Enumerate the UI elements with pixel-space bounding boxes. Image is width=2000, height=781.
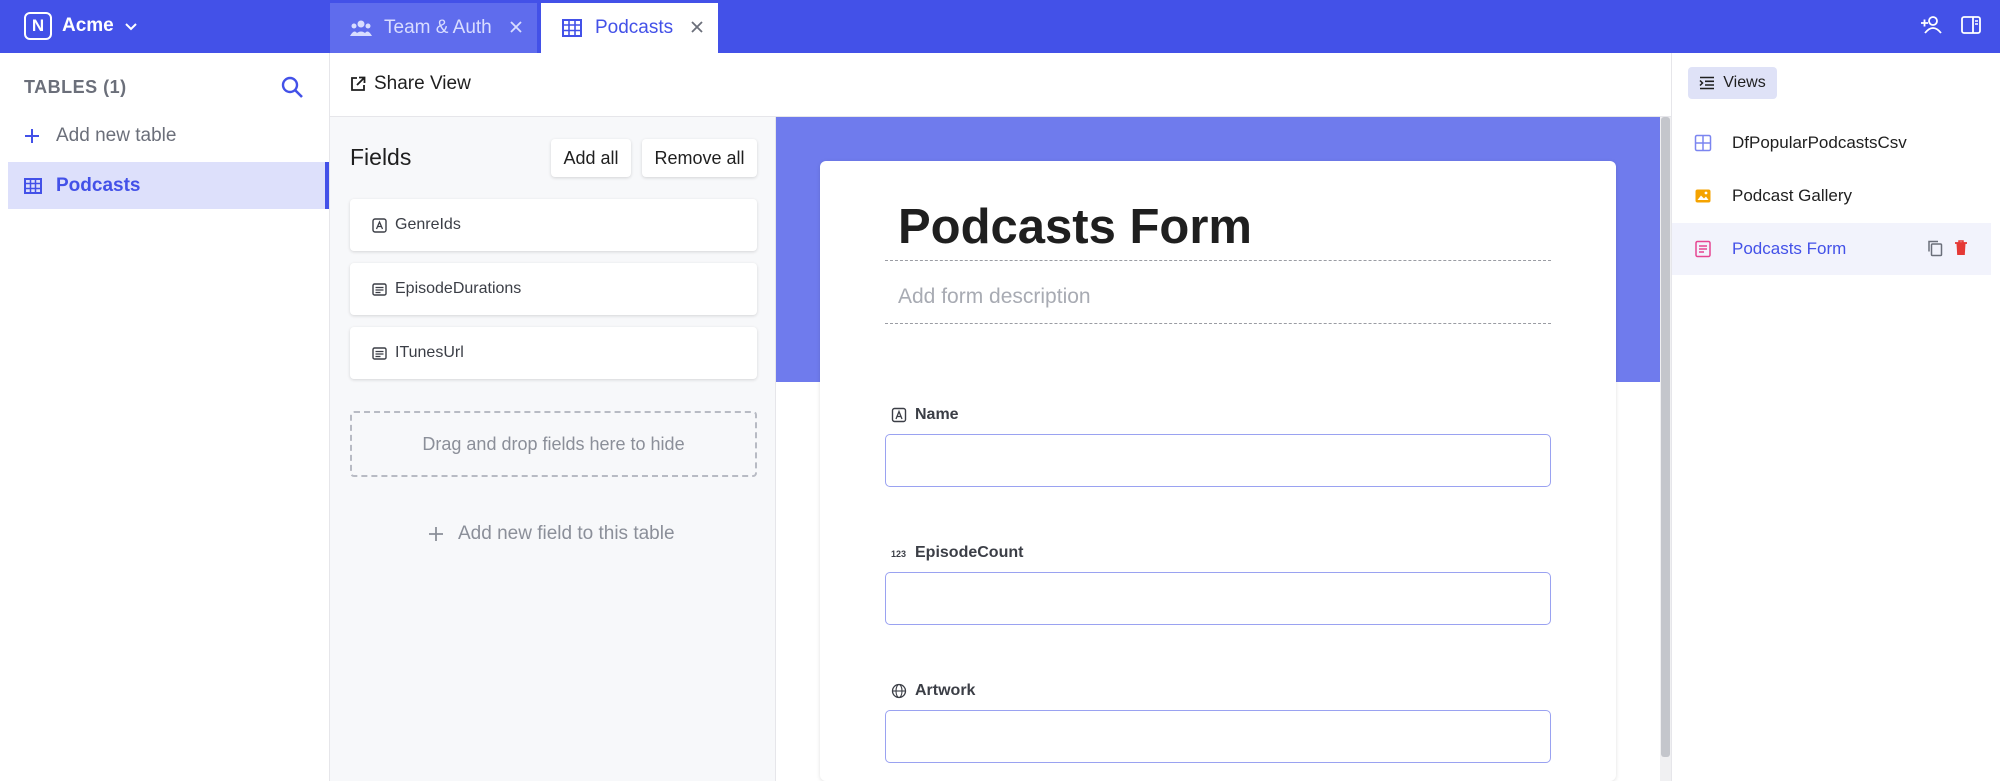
form-title[interactable]: Podcasts Form: [885, 199, 1551, 261]
view-toolbar: Share View: [330, 53, 1671, 117]
top-bar: N Acme Team & Auth Podcasts: [0, 0, 2000, 53]
add-field-label: Add new field to this table: [458, 523, 675, 544]
form-canvas: Podcasts Form Add form description Name …: [776, 117, 1660, 781]
plus-icon: [25, 129, 39, 143]
name-input[interactable]: [885, 434, 1551, 487]
view-item-dfpopularpodcastscsv[interactable]: DfPopularPodcastsCsv: [1672, 117, 1991, 169]
long-text-icon: [372, 346, 387, 360]
canvas-scrollbar[interactable]: [1660, 117, 1671, 781]
view-item-label: Podcasts Form: [1732, 239, 1847, 258]
search-icon[interactable]: [280, 75, 304, 99]
external-link-icon: [351, 76, 366, 91]
text-field-icon: [372, 217, 387, 233]
artwork-input[interactable]: [885, 710, 1551, 763]
hidden-field-itunesurl[interactable]: ITunesUrl: [350, 327, 757, 379]
toggle-sidebar-icon[interactable]: [1960, 14, 1982, 36]
gallery-view-icon: [1695, 189, 1711, 203]
hidden-field-genreids[interactable]: GenreIds: [350, 199, 757, 251]
views-button-label: Views: [1723, 74, 1766, 91]
question-label-artwork: Artwork: [891, 682, 975, 700]
chevron-down-icon: [125, 23, 137, 31]
delete-icon[interactable]: [1952, 239, 1970, 257]
question-label-episodecount: 123 EpisodeCount: [891, 544, 1023, 562]
add-new-field-button[interactable]: Add new field to this table: [428, 523, 675, 545]
fields-panel: Fields Add all Remove all GenreIds Episo…: [330, 117, 776, 781]
episodecount-input[interactable]: [885, 572, 1551, 625]
users-icon: [350, 20, 372, 36]
svg-text:123: 123: [891, 549, 906, 559]
copy-icon[interactable]: [1926, 239, 1944, 257]
plus-icon: [429, 527, 443, 541]
question-label-name: Name: [891, 406, 959, 424]
form-description-input[interactable]: Add form description: [885, 278, 1551, 324]
table-grid-icon: [24, 177, 42, 194]
add-table-label: Add new table: [56, 125, 177, 146]
nocodb-logo-icon: N: [24, 12, 52, 40]
form-view-icon: [1695, 240, 1711, 258]
tables-sidebar: TABLES (1) Add new table Podcasts: [0, 53, 330, 781]
tables-heading: TABLES (1): [24, 77, 127, 97]
field-label: EpisodeDurations: [395, 280, 522, 297]
globe-icon: [891, 683, 907, 699]
tab-podcasts[interactable]: Podcasts: [541, 3, 718, 53]
close-icon[interactable]: [509, 20, 523, 34]
tab-label: Podcasts: [595, 17, 674, 38]
add-all-button[interactable]: Add all: [551, 139, 631, 177]
view-item-label: Podcast Gallery: [1732, 186, 1852, 205]
remove-all-button[interactable]: Remove all: [642, 139, 757, 177]
table-grid-icon: [562, 19, 582, 37]
view-item-label: DfPopularPodcastsCsv: [1732, 133, 1907, 152]
hide-fields-drop-zone[interactable]: Drag and drop fields here to hide: [350, 411, 757, 477]
text-field-icon: [891, 407, 907, 423]
view-item-podcast-gallery[interactable]: Podcast Gallery: [1672, 170, 1991, 222]
sidebar-item-podcasts[interactable]: Podcasts: [8, 162, 329, 209]
question-label-text: EpisodeCount: [915, 544, 1024, 561]
workspace-switcher[interactable]: N Acme: [24, 10, 138, 42]
scrollbar-thumb[interactable]: [1661, 117, 1670, 757]
number-icon: 123: [891, 549, 906, 559]
invite-user-icon[interactable]: [1920, 14, 1942, 36]
share-view-button[interactable]: Share View: [350, 73, 471, 95]
share-view-label: Share View: [374, 73, 471, 94]
close-icon[interactable]: [690, 20, 704, 34]
question-label-text: Artwork: [915, 682, 976, 699]
field-label: ITunesUrl: [395, 344, 464, 361]
form-card: Podcasts Form Add form description Name …: [820, 161, 1616, 781]
add-new-table-button[interactable]: Add new table: [24, 125, 176, 147]
views-panel: Views DfPopularPodcastsCsv Podcast Galle…: [1671, 53, 2000, 781]
fields-heading: Fields: [350, 144, 412, 170]
grid-view-icon: [1694, 134, 1712, 152]
workspace-name: Acme: [62, 15, 114, 36]
view-item-podcasts-form[interactable]: Podcasts Form: [1672, 223, 1991, 275]
question-label-text: Name: [915, 406, 959, 423]
views-toggle-button[interactable]: Views: [1688, 67, 1777, 99]
hidden-field-episodedurations[interactable]: EpisodeDurations: [350, 263, 757, 315]
field-label: GenreIds: [395, 216, 461, 233]
sidebar-item-label: Podcasts: [56, 174, 141, 196]
tab-team-auth[interactable]: Team & Auth: [330, 3, 537, 53]
long-text-icon: [372, 282, 387, 296]
tab-label: Team & Auth: [384, 17, 492, 38]
list-indent-icon: [1699, 76, 1715, 90]
